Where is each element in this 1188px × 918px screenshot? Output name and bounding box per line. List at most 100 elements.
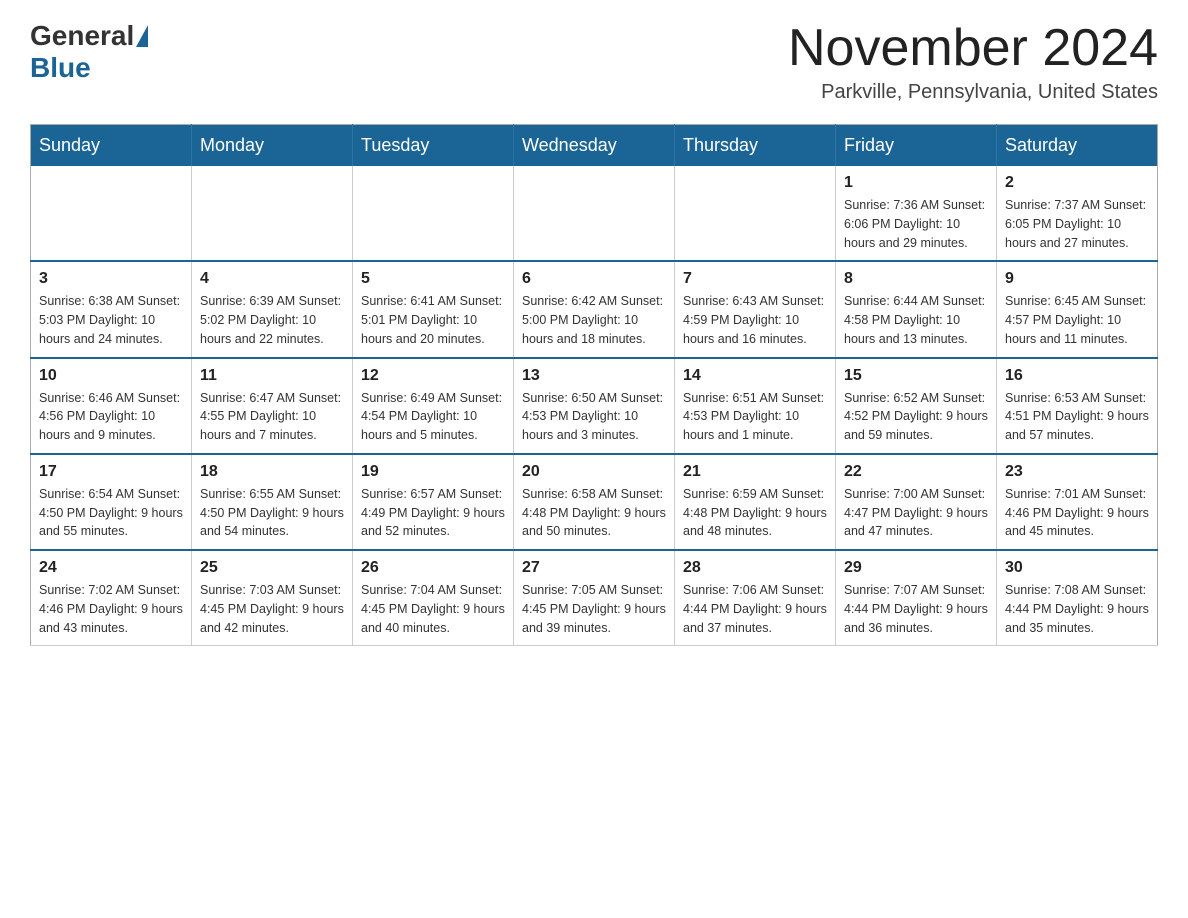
calendar-cell: 28 Sunrise: 7:06 AM Sunset: 4:44 PM Dayli… [675, 550, 836, 646]
calendar-week-row: 1 Sunrise: 7:36 AM Sunset: 6:06 PM Daylig… [31, 166, 1158, 261]
day-number: 22 [844, 463, 988, 481]
calendar-cell: 5 Sunrise: 6:41 AM Sunset: 5:01 PM Daylig… [353, 261, 514, 357]
day-number: 5 [361, 270, 505, 288]
day-info: Sunrise: 6:42 AM Sunset: 5:00 PM Dayligh… [522, 292, 666, 348]
calendar-header-wednesday: Wednesday [514, 125, 675, 167]
calendar-cell: 8 Sunrise: 6:44 AM Sunset: 4:58 PM Daylig… [836, 261, 997, 357]
day-number: 18 [200, 463, 344, 481]
logo-triangle-icon [136, 25, 148, 47]
calendar-header-sunday: Sunday [31, 125, 192, 167]
day-info: Sunrise: 6:57 AM Sunset: 4:49 PM Dayligh… [361, 485, 505, 541]
day-number: 30 [1005, 559, 1149, 577]
calendar-cell: 4 Sunrise: 6:39 AM Sunset: 5:02 PM Daylig… [192, 261, 353, 357]
day-info: Sunrise: 6:52 AM Sunset: 4:52 PM Dayligh… [844, 389, 988, 445]
day-number: 16 [1005, 367, 1149, 385]
day-number: 27 [522, 559, 666, 577]
day-info: Sunrise: 7:05 AM Sunset: 4:45 PM Dayligh… [522, 581, 666, 637]
day-number: 28 [683, 559, 827, 577]
day-info: Sunrise: 6:51 AM Sunset: 4:53 PM Dayligh… [683, 389, 827, 445]
day-number: 1 [844, 174, 988, 192]
day-info: Sunrise: 6:43 AM Sunset: 4:59 PM Dayligh… [683, 292, 827, 348]
day-number: 7 [683, 270, 827, 288]
day-info: Sunrise: 6:46 AM Sunset: 4:56 PM Dayligh… [39, 389, 183, 445]
calendar-cell: 1 Sunrise: 7:36 AM Sunset: 6:06 PM Daylig… [836, 166, 997, 261]
day-info: Sunrise: 7:04 AM Sunset: 4:45 PM Dayligh… [361, 581, 505, 637]
day-info: Sunrise: 6:50 AM Sunset: 4:53 PM Dayligh… [522, 389, 666, 445]
day-info: Sunrise: 7:02 AM Sunset: 4:46 PM Dayligh… [39, 581, 183, 637]
location-subtitle: Parkville, Pennsylvania, United States [788, 81, 1158, 104]
day-number: 25 [200, 559, 344, 577]
day-info: Sunrise: 7:08 AM Sunset: 4:44 PM Dayligh… [1005, 581, 1149, 637]
day-info: Sunrise: 7:03 AM Sunset: 4:45 PM Dayligh… [200, 581, 344, 637]
title-section: November 2024 Parkville, Pennsylvania, U… [788, 20, 1158, 104]
day-info: Sunrise: 6:39 AM Sunset: 5:02 PM Dayligh… [200, 292, 344, 348]
calendar-cell: 23Sunrise: 7:01 AM Sunset: 4:46 PM Dayli… [997, 454, 1158, 550]
calendar-cell: 9 Sunrise: 6:45 AM Sunset: 4:57 PM Daylig… [997, 261, 1158, 357]
day-info: Sunrise: 6:49 AM Sunset: 4:54 PM Dayligh… [361, 389, 505, 445]
day-number: 2 [1005, 174, 1149, 192]
calendar-cell: 16 Sunrise: 6:53 AM Sunset: 4:51 PM Dayli… [997, 358, 1158, 454]
day-info: Sunrise: 6:45 AM Sunset: 4:57 PM Dayligh… [1005, 292, 1149, 348]
calendar-cell: 21 Sunrise: 6:59 AM Sunset: 4:48 PM Dayli… [675, 454, 836, 550]
day-info: Sunrise: 6:54 AM Sunset: 4:50 PM Dayligh… [39, 485, 183, 541]
calendar-cell: 29 Sunrise: 7:07 AM Sunset: 4:44 PM Dayli… [836, 550, 997, 646]
day-info: Sunrise: 7:06 AM Sunset: 4:44 PM Dayligh… [683, 581, 827, 637]
day-info: Sunrise: 6:47 AM Sunset: 4:55 PM Dayligh… [200, 389, 344, 445]
calendar-week-row: 10 Sunrise: 6:46 AM Sunset: 4:56 PM Dayli… [31, 358, 1158, 454]
calendar-header-thursday: Thursday [675, 125, 836, 167]
calendar-cell: 22 Sunrise: 7:00 AM Sunset: 4:47 PM Dayli… [836, 454, 997, 550]
day-info: Sunrise: 6:41 AM Sunset: 5:01 PM Dayligh… [361, 292, 505, 348]
logo: General Blue [30, 20, 150, 84]
day-number: 21 [683, 463, 827, 481]
logo-general-text: General [30, 20, 134, 52]
day-number: 12 [361, 367, 505, 385]
calendar-cell: 6Sunrise: 6:42 AM Sunset: 5:00 PM Daylig… [514, 261, 675, 357]
logo-blue-text: Blue [30, 52, 91, 84]
calendar-cell: 26Sunrise: 7:04 AM Sunset: 4:45 PM Dayli… [353, 550, 514, 646]
day-number: 14 [683, 367, 827, 385]
calendar-header-saturday: Saturday [997, 125, 1158, 167]
day-number: 20 [522, 463, 666, 481]
calendar-header-tuesday: Tuesday [353, 125, 514, 167]
day-info: Sunrise: 6:58 AM Sunset: 4:48 PM Dayligh… [522, 485, 666, 541]
calendar-cell [31, 166, 192, 261]
day-info: Sunrise: 7:07 AM Sunset: 4:44 PM Dayligh… [844, 581, 988, 637]
day-number: 3 [39, 270, 183, 288]
day-number: 13 [522, 367, 666, 385]
day-info: Sunrise: 6:44 AM Sunset: 4:58 PM Dayligh… [844, 292, 988, 348]
day-info: Sunrise: 6:53 AM Sunset: 4:51 PM Dayligh… [1005, 389, 1149, 445]
day-number: 29 [844, 559, 988, 577]
calendar-cell: 17 Sunrise: 6:54 AM Sunset: 4:50 PM Dayli… [31, 454, 192, 550]
day-info: Sunrise: 7:36 AM Sunset: 6:06 PM Dayligh… [844, 196, 988, 252]
calendar-week-row: 3Sunrise: 6:38 AM Sunset: 5:03 PM Daylig… [31, 261, 1158, 357]
calendar-cell: 25 Sunrise: 7:03 AM Sunset: 4:45 PM Dayli… [192, 550, 353, 646]
day-info: Sunrise: 7:37 AM Sunset: 6:05 PM Dayligh… [1005, 196, 1149, 252]
day-number: 4 [200, 270, 344, 288]
calendar-header-monday: Monday [192, 125, 353, 167]
day-number: 8 [844, 270, 988, 288]
day-number: 11 [200, 367, 344, 385]
calendar-cell: 20 Sunrise: 6:58 AM Sunset: 4:48 PM Dayli… [514, 454, 675, 550]
calendar-cell: 19Sunrise: 6:57 AM Sunset: 4:49 PM Dayli… [353, 454, 514, 550]
calendar-table: SundayMondayTuesdayWednesdayThursdayFrid… [30, 124, 1158, 646]
calendar-header-row: SundayMondayTuesdayWednesdayThursdayFrid… [31, 125, 1158, 167]
calendar-header-friday: Friday [836, 125, 997, 167]
day-number: 10 [39, 367, 183, 385]
calendar-cell: 27 Sunrise: 7:05 AM Sunset: 4:45 PM Dayli… [514, 550, 675, 646]
calendar-cell: 15 Sunrise: 6:52 AM Sunset: 4:52 PM Dayli… [836, 358, 997, 454]
day-number: 17 [39, 463, 183, 481]
calendar-cell: 10 Sunrise: 6:46 AM Sunset: 4:56 PM Dayli… [31, 358, 192, 454]
day-info: Sunrise: 7:00 AM Sunset: 4:47 PM Dayligh… [844, 485, 988, 541]
calendar-cell: 12 Sunrise: 6:49 AM Sunset: 4:54 PM Dayli… [353, 358, 514, 454]
day-info: Sunrise: 6:59 AM Sunset: 4:48 PM Dayligh… [683, 485, 827, 541]
day-info: Sunrise: 6:55 AM Sunset: 4:50 PM Dayligh… [200, 485, 344, 541]
day-number: 15 [844, 367, 988, 385]
calendar-cell [675, 166, 836, 261]
calendar-cell: 18 Sunrise: 6:55 AM Sunset: 4:50 PM Dayli… [192, 454, 353, 550]
calendar-cell: 14 Sunrise: 6:51 AM Sunset: 4:53 PM Dayli… [675, 358, 836, 454]
calendar-week-row: 24Sunrise: 7:02 AM Sunset: 4:46 PM Dayli… [31, 550, 1158, 646]
day-number: 9 [1005, 270, 1149, 288]
calendar-cell [353, 166, 514, 261]
calendar-cell: 11 Sunrise: 6:47 AM Sunset: 4:55 PM Dayli… [192, 358, 353, 454]
day-number: 23 [1005, 463, 1149, 481]
